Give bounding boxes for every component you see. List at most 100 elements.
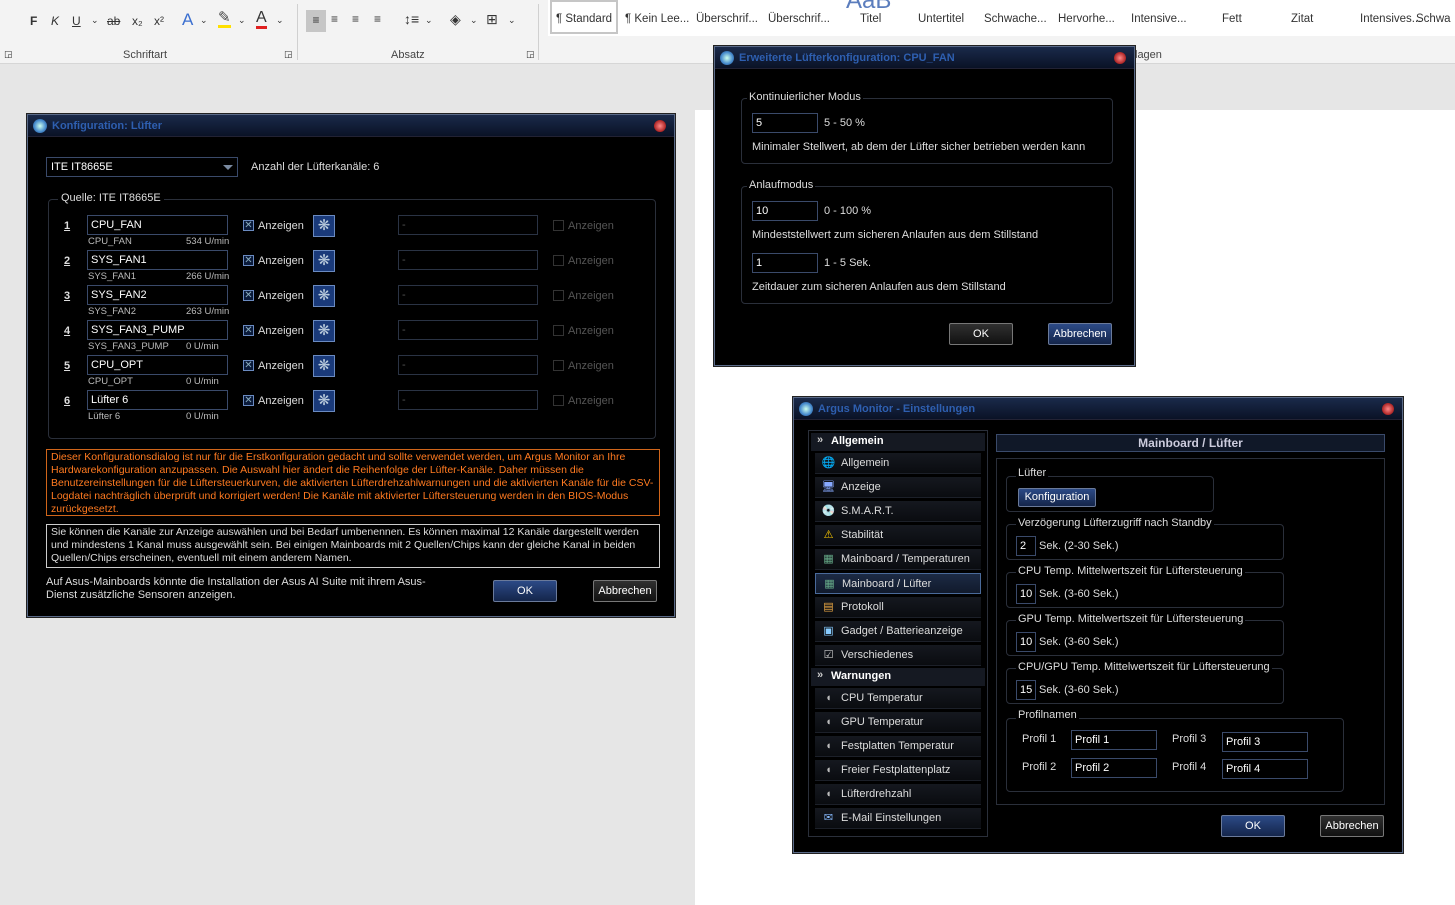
profile-3-input[interactable] bbox=[1222, 732, 1308, 752]
show-checkbox[interactable]: ✕ bbox=[243, 395, 254, 406]
title-bar[interactable]: Konfiguration: Lüfter bbox=[28, 115, 674, 137]
show-checkbox[interactable]: ✕ bbox=[243, 360, 254, 371]
channel-name-input[interactable] bbox=[87, 320, 228, 340]
channel-name-input[interactable] bbox=[87, 215, 228, 235]
subscript-button[interactable]: x₂ bbox=[132, 14, 143, 28]
dropdown-arrow-icon[interactable]: ⌄ bbox=[425, 15, 433, 26]
delay-input[interactable] bbox=[1016, 536, 1036, 556]
nav-item[interactable]: ⚠ Stabilität bbox=[815, 525, 981, 546]
alt-show-checkbox[interactable] bbox=[553, 220, 564, 231]
alt-show-checkbox[interactable] bbox=[553, 325, 564, 336]
style-item[interactable]: Zitat bbox=[1291, 13, 1313, 25]
channel-name-input[interactable] bbox=[87, 285, 228, 305]
align-left-icon[interactable]: ≡ bbox=[306, 10, 326, 32]
dropdown-arrow-icon[interactable]: ⌄ bbox=[238, 15, 246, 26]
channel-name-input[interactable] bbox=[87, 250, 228, 270]
style-item[interactable]: Überschrif... bbox=[768, 13, 830, 25]
dropdown-arrow-icon[interactable]: ⌄ bbox=[276, 15, 284, 26]
font-color-icon[interactable]: A bbox=[256, 10, 267, 29]
alt-channel-input[interactable] bbox=[398, 355, 538, 375]
dialog-launcher-icon[interactable]: ◲ bbox=[4, 49, 13, 60]
cancel-button[interactable]: Abbrechen bbox=[593, 580, 657, 602]
fan-settings-icon[interactable]: ❋ bbox=[313, 215, 335, 237]
nav-group-general[interactable]: » Allgemein bbox=[811, 433, 985, 451]
align-right-icon[interactable]: ≡ bbox=[352, 12, 359, 26]
nav-item[interactable]: ▤ Protokoll bbox=[815, 597, 981, 618]
cpugpu-avg-input[interactable] bbox=[1016, 680, 1036, 700]
cancel-button[interactable]: Abbrechen bbox=[1320, 815, 1384, 837]
close-icon[interactable] bbox=[1114, 52, 1126, 64]
dropdown-arrow-icon[interactable]: ⌄ bbox=[508, 15, 516, 26]
show-checkbox[interactable]: ✕ bbox=[243, 325, 254, 336]
nav-item[interactable]: ◖ CPU Temperatur bbox=[815, 688, 981, 709]
fan-settings-icon[interactable]: ❋ bbox=[313, 390, 335, 412]
borders-icon[interactable]: ⊞ bbox=[486, 11, 498, 28]
justify-icon[interactable]: ≡ bbox=[374, 12, 381, 26]
dropdown-arrow-icon[interactable]: ⌄ bbox=[200, 15, 208, 26]
style-item[interactable]: Intensives... bbox=[1360, 13, 1421, 25]
dialog-launcher-icon[interactable]: ◲ bbox=[526, 49, 535, 60]
cancel-button[interactable]: Abbrechen bbox=[1048, 323, 1112, 345]
style-item[interactable]: ¶ Standard bbox=[556, 13, 612, 25]
dropdown-arrow-icon[interactable]: ⌄ bbox=[470, 15, 478, 26]
title-bar[interactable]: Erweiterte Lüfterkonfiguration: CPU_FAN bbox=[715, 47, 1134, 69]
nav-item[interactable]: 💿 S.M.A.R.T. bbox=[815, 501, 981, 522]
nav-item[interactable]: ☑ Verschiedenes bbox=[815, 645, 981, 666]
nav-item[interactable]: 🖥 Anzeige bbox=[815, 477, 981, 498]
nav-item[interactable]: ▣ Gadget / Batterieanzeige bbox=[815, 621, 981, 642]
style-item[interactable]: AaB Titel bbox=[846, 0, 891, 25]
chip-select[interactable]: ITE IT8665E bbox=[46, 157, 238, 177]
highlight-icon[interactable]: ✎ bbox=[218, 10, 231, 28]
alt-show-checkbox[interactable] bbox=[553, 255, 564, 266]
gpu-avg-input[interactable] bbox=[1016, 632, 1036, 652]
superscript-button[interactable]: x² bbox=[154, 14, 164, 28]
style-item[interactable]: Überschrif... bbox=[696, 13, 758, 25]
fan-settings-icon[interactable]: ❋ bbox=[313, 320, 335, 342]
duration-input[interactable] bbox=[752, 253, 818, 273]
min-value-input[interactable] bbox=[752, 113, 818, 133]
nav-item[interactable]: ▦ Mainboard / Temperaturen bbox=[815, 549, 981, 570]
profile-4-input[interactable] bbox=[1222, 759, 1308, 779]
align-center-icon[interactable]: ≡ bbox=[331, 12, 338, 26]
ok-button[interactable]: OK bbox=[493, 580, 557, 602]
close-icon[interactable] bbox=[654, 120, 666, 132]
alt-channel-input[interactable] bbox=[398, 285, 538, 305]
alt-show-checkbox[interactable] bbox=[553, 395, 564, 406]
dialog-launcher-icon[interactable]: ◲ bbox=[284, 49, 293, 60]
channel-name-input[interactable] bbox=[87, 390, 228, 410]
style-item[interactable]: Intensive... bbox=[1131, 13, 1187, 25]
alt-channel-input[interactable] bbox=[398, 215, 538, 235]
style-item[interactable]: Untertitel bbox=[918, 13, 964, 25]
title-bar[interactable]: Argus Monitor - Einstellungen bbox=[794, 398, 1402, 420]
nav-item[interactable]: ◖ Lüfterdrehzahl bbox=[815, 784, 981, 805]
configuration-button[interactable]: Konfiguration bbox=[1018, 488, 1096, 507]
style-item[interactable]: Schwache... bbox=[984, 13, 1047, 25]
alt-channel-input[interactable] bbox=[398, 390, 538, 410]
nav-item[interactable]: ◖ Freier Festplattenplatz bbox=[815, 760, 981, 781]
alt-channel-input[interactable] bbox=[398, 320, 538, 340]
style-item[interactable]: Hervorhe... bbox=[1058, 13, 1115, 25]
fan-settings-icon[interactable]: ❋ bbox=[313, 285, 335, 307]
profile-2-input[interactable] bbox=[1071, 758, 1157, 778]
alt-show-checkbox[interactable] bbox=[553, 360, 564, 371]
italic-button[interactable]: K bbox=[51, 14, 59, 28]
close-icon[interactable] bbox=[1382, 403, 1394, 415]
fan-settings-icon[interactable]: ❋ bbox=[313, 355, 335, 377]
style-item[interactable]: ¶ Kein Lee... bbox=[625, 13, 689, 25]
style-item[interactable]: Schwa bbox=[1416, 13, 1451, 25]
fan-settings-icon[interactable]: ❋ bbox=[313, 250, 335, 272]
shading-icon[interactable]: ◈ bbox=[450, 11, 461, 28]
alt-channel-input[interactable] bbox=[398, 250, 538, 270]
nav-group-warnings[interactable]: » Warnungen bbox=[811, 668, 985, 686]
channel-name-input[interactable] bbox=[87, 355, 228, 375]
ok-button[interactable]: OK bbox=[1221, 815, 1285, 837]
show-checkbox[interactable]: ✕ bbox=[243, 255, 254, 266]
show-checkbox[interactable]: ✕ bbox=[243, 290, 254, 301]
nav-item[interactable]: ▦ Mainboard / Lüfter bbox=[815, 573, 981, 594]
nav-item[interactable]: 🌐 Allgemein bbox=[815, 453, 981, 474]
profile-1-input[interactable] bbox=[1071, 730, 1157, 750]
alt-show-checkbox[interactable] bbox=[553, 290, 564, 301]
nav-item[interactable]: ✉ E-Mail Einstellungen bbox=[815, 808, 981, 829]
bold-button[interactable]: F bbox=[30, 14, 37, 28]
dropdown-arrow-icon[interactable]: ⌄ bbox=[91, 15, 99, 26]
